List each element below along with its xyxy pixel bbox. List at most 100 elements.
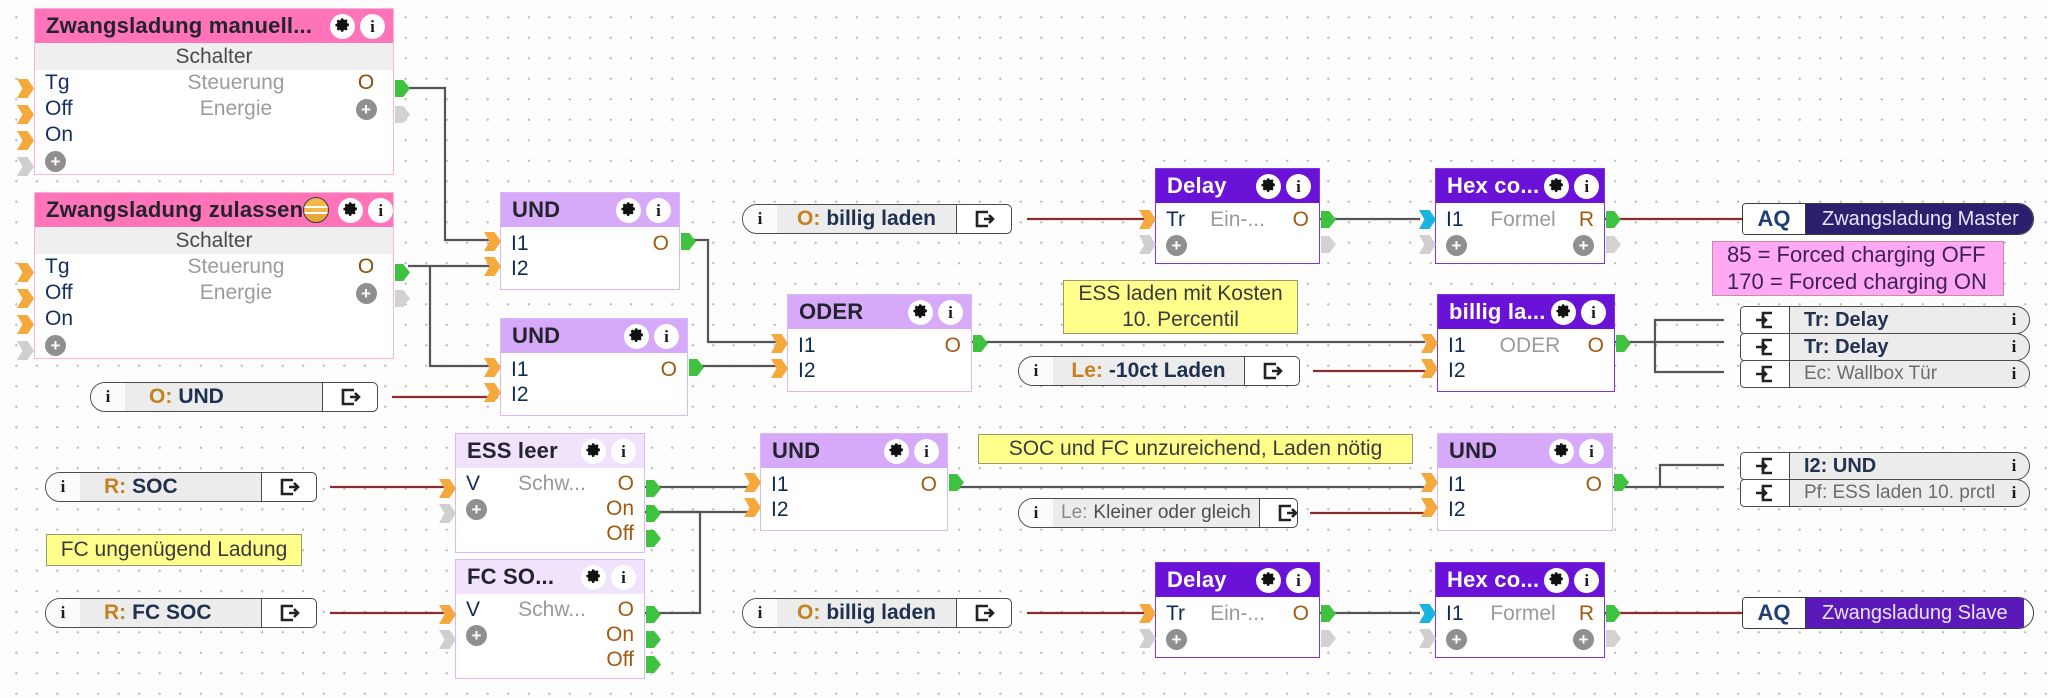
- output-port-r[interactable]: [1606, 211, 1621, 228]
- output-port-on[interactable]: [646, 631, 661, 648]
- gear-icon[interactable]: [2023, 598, 2033, 628]
- port-row[interactable]: V Schw... O: [456, 597, 644, 622]
- goto-link-button[interactable]: [322, 383, 377, 411]
- output-port-o[interactable]: [646, 480, 661, 497]
- input-port-add[interactable]: [1419, 629, 1436, 648]
- pill-o-und[interactable]: i O: UND: [90, 382, 378, 412]
- node-header[interactable]: Hex co... i: [1436, 169, 1604, 203]
- info-icon[interactable]: i: [611, 438, 636, 464]
- pill-o-billig-laden-top[interactable]: i O: billig laden: [742, 204, 1012, 234]
- goto-link-button[interactable]: [1244, 357, 1299, 385]
- port-row[interactable]: V Schw... O: [456, 471, 644, 496]
- input-port-off[interactable]: [17, 289, 34, 308]
- input-port-on[interactable]: [17, 131, 34, 150]
- port-row[interactable]: Tr Ein-... O: [1156, 207, 1319, 232]
- port-row[interactable]: Off Energie +: [35, 96, 393, 122]
- node-und-top[interactable]: UND i I1 O I2: [484, 192, 696, 290]
- node-billig-laden[interactable]: billig la... i I1 ODER O I2: [1421, 294, 1631, 392]
- input-port-i1[interactable]: [484, 358, 501, 377]
- input-port-add[interactable]: [439, 630, 456, 649]
- add-input-button[interactable]: +: [45, 149, 123, 173]
- input-port-i1[interactable]: [1419, 210, 1436, 229]
- add-input-button[interactable]: +: [1166, 233, 1206, 257]
- input-port-on[interactable]: [17, 315, 34, 334]
- input-port-v[interactable]: [439, 605, 456, 624]
- link-row-i2-und[interactable]: I2: UND i: [1740, 452, 2030, 480]
- info-icon[interactable]: i: [1286, 567, 1311, 593]
- output-port-o[interactable]: [973, 335, 988, 352]
- node-header[interactable]: UND i: [501, 319, 687, 353]
- output-port-extra[interactable]: [1321, 236, 1336, 253]
- output-port-extra[interactable]: [1606, 630, 1621, 647]
- gear-icon[interactable]: [1549, 438, 1574, 464]
- port-row[interactable]: Tg Steuerung O: [35, 254, 393, 280]
- input-port-add[interactable]: [1139, 235, 1156, 254]
- output-port-o[interactable]: [689, 359, 704, 376]
- input-port-i1[interactable]: [1419, 604, 1436, 623]
- output-port-o[interactable]: [1321, 211, 1336, 228]
- input-port-i2[interactable]: [1421, 359, 1438, 378]
- node-hex-converter-top[interactable]: Hex co... i I1 Formel R + +: [1419, 168, 1621, 264]
- info-icon[interactable]: i: [743, 205, 777, 233]
- port-row[interactable]: Off: [456, 521, 644, 546]
- port-row[interactable]: + On: [456, 496, 644, 521]
- input-port-add[interactable]: [439, 504, 456, 523]
- add-output-button[interactable]: +: [1564, 233, 1594, 257]
- node-header[interactable]: ODER i: [788, 295, 971, 329]
- output-port-o[interactable]: [646, 606, 661, 623]
- info-icon[interactable]: i: [91, 383, 125, 411]
- info-icon[interactable]: i: [1579, 438, 1604, 464]
- output-port-o[interactable]: [681, 233, 696, 250]
- gear-icon[interactable]: [1544, 567, 1570, 593]
- link-row-ec-wallbox-tuer[interactable]: Ec: Wallbox Tür i: [1740, 360, 2030, 388]
- info-icon[interactable]: i: [743, 599, 777, 627]
- node-header[interactable]: UND i: [761, 434, 947, 468]
- input-port-i2[interactable]: [771, 359, 788, 378]
- port-row[interactable]: I2: [501, 382, 687, 407]
- input-port-i1[interactable]: [1421, 473, 1438, 492]
- info-icon[interactable]: i: [1286, 173, 1311, 199]
- goto-link-button[interactable]: [956, 205, 1011, 233]
- port-row[interactable]: I2: [1438, 358, 1614, 383]
- input-port-add[interactable]: [17, 157, 34, 176]
- gear-icon[interactable]: [616, 197, 641, 223]
- add-row[interactable]: + +: [1436, 232, 1604, 257]
- input-port-i2[interactable]: [1421, 498, 1438, 517]
- output-aq-slave[interactable]: AQ Zwangsladung Slave: [1742, 597, 2034, 629]
- add-input-row[interactable]: +: [35, 148, 393, 174]
- output-aq-master[interactable]: AQ Zwangsladung Master: [1742, 203, 2034, 235]
- node-delay-top[interactable]: Delay i Tr Ein-... O +: [1139, 168, 1336, 264]
- info-icon[interactable]: i: [46, 599, 80, 627]
- port-row[interactable]: On: [35, 122, 393, 148]
- pill-o-billig-laden-bottom[interactable]: i O: billig laden: [742, 598, 1012, 628]
- output-port-on[interactable]: [646, 505, 661, 522]
- port-row[interactable]: I1 O: [761, 472, 947, 497]
- node-und-mid[interactable]: UND i I1 O I2: [744, 433, 964, 531]
- node-header[interactable]: Hex co... i: [1436, 563, 1604, 597]
- goto-link-button[interactable]: [261, 599, 316, 627]
- port-row[interactable]: I1 O: [501, 231, 679, 256]
- info-icon[interactable]: i: [1999, 364, 2029, 384]
- info-icon[interactable]: i: [938, 299, 963, 325]
- gear-icon[interactable]: [338, 197, 364, 223]
- node-header[interactable]: FC SO... i: [456, 560, 644, 594]
- port-row[interactable]: I2: [788, 358, 971, 383]
- info-icon[interactable]: i: [1999, 337, 2029, 357]
- gear-icon[interactable]: [1544, 173, 1570, 199]
- info-icon[interactable]: i: [654, 323, 679, 349]
- output-port-o[interactable]: [1616, 335, 1631, 352]
- output-port-extra[interactable]: [1606, 236, 1621, 253]
- pill-le-10ct-laden[interactable]: i Le: -10ct Laden: [1018, 356, 1300, 386]
- port-row[interactable]: I2: [761, 497, 947, 522]
- link-row-tr-delay-1[interactable]: Tr: Delay i: [1740, 306, 2030, 334]
- input-port-tg[interactable]: [17, 263, 34, 282]
- port-row[interactable]: Tg Steuerung O: [35, 70, 393, 96]
- goto-link-button[interactable]: [1258, 499, 1297, 527]
- port-row[interactable]: I1 O: [788, 333, 971, 358]
- input-port-add[interactable]: [17, 341, 34, 360]
- input-port-off[interactable]: [17, 105, 34, 124]
- input-port-i2[interactable]: [484, 257, 501, 276]
- pill-r-soc[interactable]: i R: SOC: [45, 472, 317, 502]
- add-output-button[interactable]: +: [1564, 627, 1594, 651]
- node-hex-converter-bottom[interactable]: Hex co... i I1 Formel R + +: [1419, 562, 1621, 658]
